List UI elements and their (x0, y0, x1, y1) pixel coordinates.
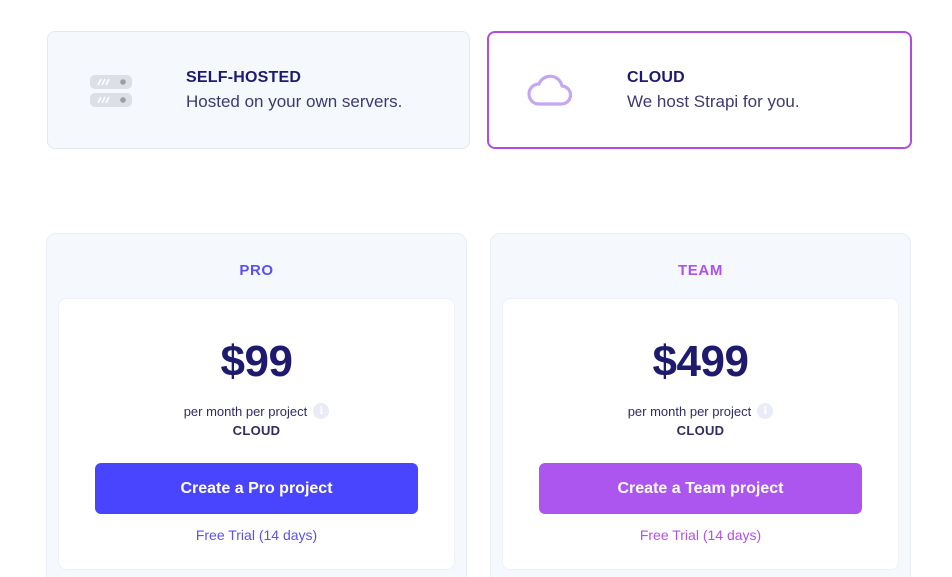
cloud-icon (527, 71, 573, 109)
price-period: per month per project i (503, 403, 898, 419)
deployment-label: CLOUD (232, 423, 281, 438)
cloud-title: CLOUD (627, 69, 685, 86)
self-hosted-title: SELF-HOSTED (186, 69, 302, 86)
self-hosted-option[interactable]: SELF-HOSTED Hosted on your own servers. (47, 31, 470, 149)
free-trial-link[interactable]: Free Trial (14 days) (503, 527, 898, 543)
create-team-project-button[interactable]: Create a Team project (539, 463, 862, 514)
info-icon[interactable]: i (757, 403, 774, 419)
plan-name: TEAM (678, 262, 723, 279)
self-hosted-subtitle: Hosted on your own servers. (186, 92, 403, 111)
plan-card-team: TEAM $499 per month per project i CLOUD … (490, 233, 911, 577)
cloud-subtitle: We host Strapi for you. (627, 92, 800, 111)
plan-details: $99 per month per project i CLOUD Create… (58, 298, 455, 570)
deployment-label: CLOUD (676, 423, 725, 438)
plan-name: PRO (239, 262, 274, 279)
price-period-label: per month per project (183, 403, 308, 419)
server-icon (88, 72, 134, 110)
plan-price: $499 (652, 337, 749, 386)
price-period: per month per project i (59, 403, 454, 419)
price-period-label: per month per project (627, 403, 752, 419)
plan-card-pro: PRO $99 per month per project i CLOUD Cr… (46, 233, 467, 577)
create-pro-project-button[interactable]: Create a Pro project (95, 463, 418, 514)
plan-price: $99 (220, 337, 293, 386)
info-icon[interactable]: i (313, 403, 330, 419)
plan-details: $499 per month per project i CLOUD Creat… (502, 298, 899, 570)
free-trial-link[interactable]: Free Trial (14 days) (59, 527, 454, 543)
cloud-option[interactable]: CLOUD We host Strapi for you. (487, 31, 912, 149)
